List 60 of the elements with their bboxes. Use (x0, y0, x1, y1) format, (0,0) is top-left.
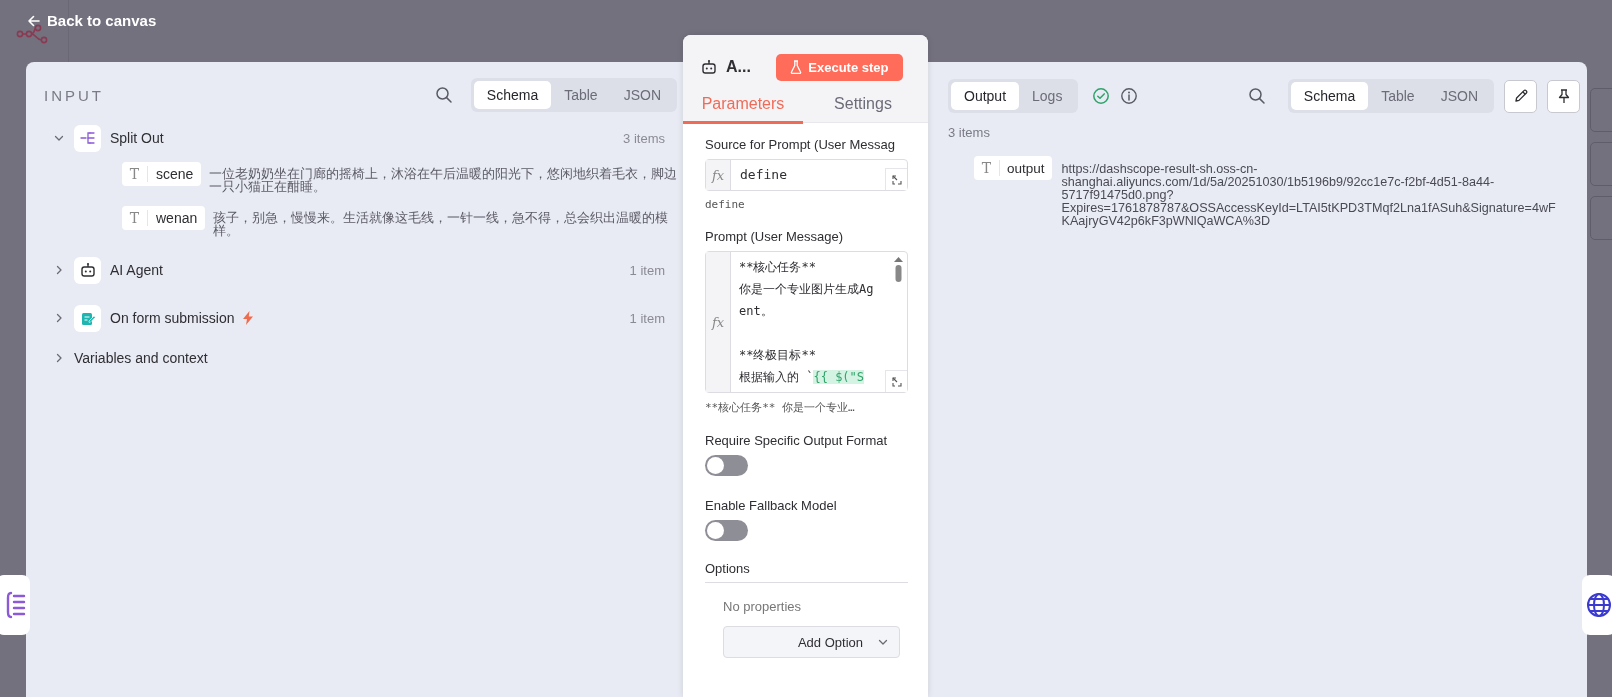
form-icon (79, 310, 96, 326)
search-icon[interactable] (1247, 87, 1266, 105)
item-count: 3 items (948, 125, 991, 140)
search-icon[interactable] (434, 86, 453, 104)
flask-icon (790, 60, 803, 74)
field-tag: T wenan (122, 206, 206, 230)
node-title: A... (726, 58, 751, 76)
field-value: https://dashscope-result-sh.oss-cn-shanghai.aliyuncs.com/1d/5a/20251030/1b5196b9/92cc1e7c-f2bf-4d51-8a44-5717f91475d0.png?Expires=1761878787&OSSAccessKeyId=LTAI5tKPD3TMqf2Lna1fASuh&Signature=4wFKAajryGV42p6kF3pWNlQaWCA%3D (1061, 163, 1557, 228)
pencil-icon (1512, 88, 1529, 104)
view-tab[interactable]: Schema (473, 81, 552, 109)
arrow-left-icon (27, 13, 41, 28)
view-tab[interactable]: Table (1368, 82, 1428, 110)
view-tab[interactable]: JSON (1427, 82, 1491, 110)
section-label[interactable]: Variables and context (74, 350, 208, 366)
split-icon (79, 130, 96, 146)
node-name[interactable]: AI Agent (110, 262, 163, 278)
nodes-logo-icon (16, 22, 50, 46)
expression-field[interactable]: fx define (705, 159, 908, 191)
info-icon (1120, 87, 1139, 105)
parameter-label: Require Specific Output Format (705, 433, 889, 448)
parameter-label: Prompt (User Message) (705, 229, 844, 244)
edit-button[interactable] (1504, 79, 1537, 113)
robot-icon (79, 262, 96, 278)
panel-tab[interactable]: Output (951, 82, 1020, 110)
field-value: 孩子，别急，慢慢来。生活就像这毛线，一针一线，急不得，总会织出温暖的模样。 (213, 212, 670, 238)
field-tag: T scene (122, 162, 202, 186)
field-value: 一位老奶奶坐在门廊的摇椅上，沐浴在午后温暖的阳光下，悠闲地织着毛衣，脚边一只小猫正在酣睡。 (209, 168, 679, 194)
side-button[interactable] (1582, 575, 1612, 635)
expression-preview: **核心任务** 你是一个专业… (705, 400, 856, 415)
parameter-label: Enable Fallback Model (705, 498, 838, 513)
node-name[interactable]: On form submission (110, 310, 235, 326)
toggle-switch[interactable] (705, 520, 748, 541)
view-tab[interactable]: Table (551, 81, 611, 109)
empty-message: No properties (723, 599, 803, 614)
item-count: 1 item (629, 310, 665, 326)
add-option-dropdown[interactable]: Add Option (723, 626, 900, 658)
view-tab[interactable]: JSON (610, 81, 674, 109)
globe-icon (1586, 592, 1612, 618)
node-name[interactable]: Split Out (110, 130, 164, 146)
panel-tab[interactable]: Settings (803, 89, 923, 124)
item-count: 3 items (623, 130, 665, 146)
field-tag: T output (974, 156, 1052, 180)
item-count: 1 item (629, 262, 665, 278)
view-tab[interactable]: Schema (1290, 82, 1369, 110)
back-link[interactable]: Back to canvas (27, 12, 157, 29)
panel-title: INPUT (44, 86, 105, 104)
expand-icon (890, 375, 903, 388)
toggle-switch[interactable] (705, 455, 748, 476)
scrollbar-icon (894, 257, 903, 282)
expand-icon (890, 173, 903, 186)
side-button[interactable] (0, 575, 30, 635)
pin-button[interactable] (1547, 79, 1580, 113)
check-circle-icon (1092, 87, 1111, 105)
prompt-textarea[interactable]: fx **核心任务** 你是一个专业图片生成Agent。 **终极目标** 根据输入的 `{{ $("S (705, 251, 908, 393)
parameter-label: Source for Prompt (User Messag (705, 137, 896, 152)
robot-icon (701, 59, 717, 75)
list-icon (6, 590, 26, 620)
panel-tab[interactable]: Logs (1019, 82, 1076, 110)
expression-preview: define (705, 198, 746, 211)
section-title: Options (705, 561, 908, 583)
